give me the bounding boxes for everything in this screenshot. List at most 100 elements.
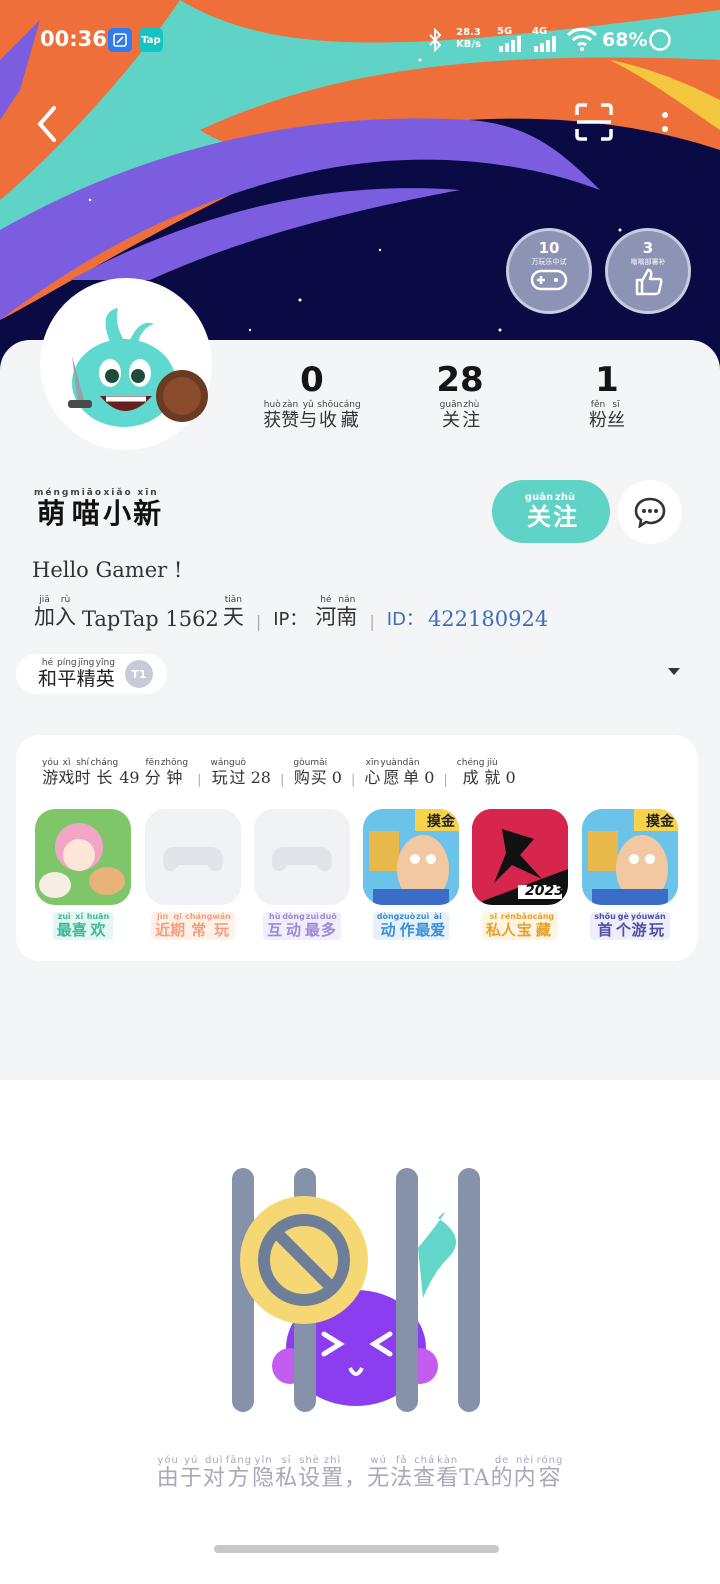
ruby-char: 玩wán [647,912,666,939]
game-stat-label: 心xīn愿yuàn单dān [364,758,420,787]
game-stat-value: 0 [419,768,435,787]
game-role-chip[interactable]: 和hé平píng精jīng英yīng T1 [16,654,167,694]
ruby-char: 愿yuàn [380,758,403,787]
ruby-char: 成chéng [456,758,485,787]
ruby-char: 看kàn [436,1455,460,1491]
game-tile-label: 动dòng作zuò最zuì爱ài [363,912,459,940]
game-stat-value: 0 [326,768,342,787]
game-stat-item[interactable]: 购gòu买mǎi 0 [293,758,342,788]
game-tile[interactable]: 2023 [472,809,568,905]
ruby-char: 于yú [179,1455,203,1491]
ruby-char: 法fǎ [390,1455,414,1491]
ruby-char: 爱ài [430,912,446,939]
id-label: ID： [386,609,424,630]
user-bio: Hello Gamer ! [32,558,183,582]
ruby-char: 注zhù [462,400,481,431]
join-label: 加jiā入rù [34,595,76,631]
game-tile[interactable] [145,809,241,905]
ruby-char: 容róng [536,1455,564,1491]
ruby-char: 平píng [57,657,77,690]
divider: | [197,773,202,788]
home-indicator[interactable] [214,1545,499,1553]
stat-fans-value: 1 [595,360,619,400]
ruby-char: 小xiǎo [103,488,134,530]
game-stat-value: 28 [245,768,271,787]
ruby-char: 分fēn [144,758,161,787]
ip-value: 河hé南nán [315,595,357,631]
ruby-char: TA [459,1466,491,1491]
id-value[interactable]: 422180924 [428,607,548,631]
game-stat-item[interactable]: 心xīn愿yuàn单dān 0 [364,758,434,788]
stat-following[interactable]: 28 关guān注zhù [380,360,540,432]
ruby-char: 宝bǎo [515,912,533,939]
ruby-char: 钟zhōng [160,758,189,787]
game-tile-label: 私sī人rén宝bǎo藏cáng [472,912,568,940]
wifi-icon [566,27,598,51]
ruby-char: 玩wán [212,912,231,939]
ruby-char: 就jiù [484,758,501,787]
ruby-char: 新xīn [133,488,164,530]
ruby-char: 与yǔ [299,400,318,431]
more-icon[interactable] [658,110,672,134]
ruby-char: 萌méng [34,488,71,530]
ruby-char: 互hù [267,912,283,939]
ruby-char: 私sī [275,1455,299,1491]
game-stats-row: 游yóu戏xì时shí长cháng 49 分fēn钟zhōng | 玩wán过guò… [42,758,516,788]
stat-fans[interactable]: 1 粉fěn丝sī [527,360,687,432]
back-icon[interactable] [34,104,62,144]
scan-icon[interactable] [574,102,614,142]
ruby-char: 欢huān [86,912,110,939]
ruby-char: 近jìn [155,912,171,939]
game-stat-unit: 分fēn钟zhōng [144,758,189,787]
network-speed: 28.3 KB/s [456,27,481,50]
message-button[interactable] [618,480,682,544]
ruby-char: 加jiā [34,595,55,629]
follow-button[interactable]: 关guān 注zhù [492,480,610,543]
game-stat-item[interactable]: 游yóu戏xì时shí长cháng 49 分fēn钟zhōng [42,758,188,788]
ruby-char: 隐yǐn [252,1455,276,1491]
ruby-char: 丝sī [607,400,625,431]
game-tile-label: 最zuì喜xǐ欢huān [35,912,131,940]
achievement-badge[interactable]: 10 万玩乐中试 [506,228,592,314]
game-tile-tag: 2023 [525,883,564,899]
ruby-char: 藏cáng [532,912,555,939]
ruby-char: 英yīng [95,657,115,690]
ruby-char: 常cháng [185,912,213,939]
stat-fans-label: 粉fěn丝sī [527,400,687,432]
ruby-char: 注zhù [553,491,578,531]
gamepad-icon [530,269,568,291]
chevron-down-icon[interactable] [668,668,680,675]
ruby-char: 河hé [315,595,337,629]
ruby-char: 对duì [202,1455,226,1491]
ruby-char: 查chá [413,1455,437,1491]
ruby-char: 喵miāo [70,488,104,530]
game-tile[interactable]: 摸金 [363,809,459,905]
ruby-char: 单dān [402,758,420,787]
stat-likes-value: 0 [300,360,324,400]
ruby-char: 动dòng [376,912,400,939]
badge-text: 万玩乐中试 [531,258,567,266]
game-stat-item[interactable]: 成chéng就jiù 0 [457,758,516,788]
ruby-char: 长cháng [90,758,119,787]
game-tile[interactable] [254,809,350,905]
ruby-char: 动dòng [282,912,305,939]
game-stat-item[interactable]: 玩wán过guò 28 [210,758,271,788]
ruby-char: 时shí [74,758,91,787]
ruby-char: 个gè [615,912,631,939]
taptap-app-icon: Tap [139,28,163,52]
game-stat-value: 49 [114,768,145,787]
ruby-char: 过guò [229,758,246,787]
ruby-char: 最zuì [415,912,431,939]
ruby-char: 游yóu [42,758,59,787]
game-tile[interactable]: 摸金 [582,809,678,905]
signal-5g-icon [499,36,521,52]
avatar[interactable] [40,278,212,450]
avatar-image [68,308,208,427]
edit-app-icon [108,28,132,52]
game-tile[interactable] [35,809,131,905]
join-app: TapTap 1562 [82,607,219,631]
ruby-char: 私sī [485,912,501,939]
achievement-badge[interactable]: 3 嗡嗡部署补 [605,228,691,314]
divider: | [369,612,375,631]
stat-likes[interactable]: 0 获huò赞zàn与yǔ收shōu藏cáng [232,360,392,432]
